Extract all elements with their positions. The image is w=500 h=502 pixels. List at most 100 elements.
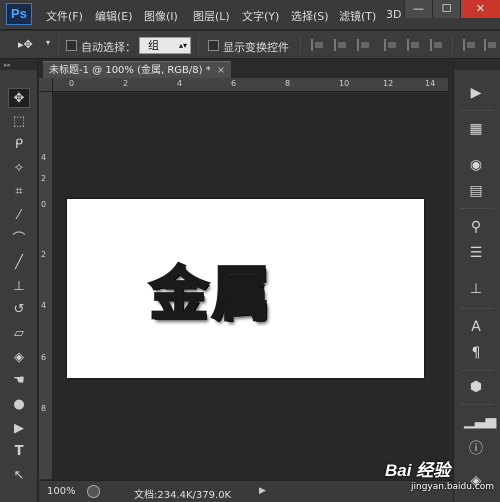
baidu-jingyan-watermark: Bai 经验 jingyan.baidu.com bbox=[385, 452, 497, 500]
close-button[interactable]: ✕ bbox=[460, 0, 500, 18]
watermark-url: jingyan.baidu.com bbox=[411, 482, 495, 492]
paragraph-panel-icon[interactable]: ¶ bbox=[464, 342, 488, 364]
menu-edit[interactable]: 编辑(E) bbox=[95, 8, 133, 24]
show-transform-checkbox[interactable] bbox=[208, 40, 219, 51]
ruler-label: 10 bbox=[339, 79, 350, 88]
right-panel-dock: ▶ ▦ ◉ ▤ ⚲ ☰ ⊥ A ¶ ⬢ ▁▃▅ ⓘ ◈ bbox=[453, 60, 500, 502]
document-size: 文档:234.4K/379.0K bbox=[134, 490, 232, 501]
clone-source-icon[interactable]: ⊥ bbox=[464, 278, 488, 300]
history-brush-tool-icon[interactable]: ↺ bbox=[8, 300, 30, 320]
path-selection-tool-icon[interactable]: ▶ bbox=[8, 419, 30, 439]
divider bbox=[460, 110, 494, 111]
maximize-button[interactable]: ☐ bbox=[432, 0, 460, 18]
character-panel-icon[interactable]: A bbox=[464, 316, 488, 338]
align-top-icon[interactable] bbox=[311, 39, 324, 51]
swatches-panel-icon[interactable]: ▤ bbox=[464, 180, 488, 202]
direct-selection-tool-icon[interactable]: ↖ bbox=[8, 466, 30, 486]
metal-text-layer[interactable]: 金属 bbox=[148, 247, 274, 331]
horizontal-ruler[interactable]: 0 2 4 6 8 10 12 14 bbox=[53, 78, 448, 92]
toolbox-collapse-bar[interactable]: ▸▸ bbox=[0, 60, 37, 70]
auto-select-value: 组 bbox=[148, 39, 159, 52]
document-tab[interactable]: 未标题-1 @ 100% (金属, RGB/8) * × bbox=[43, 61, 232, 78]
photoshop-logo: Ps bbox=[6, 3, 32, 25]
auto-select-label: 自动选择： bbox=[81, 41, 136, 54]
document-tab-title: 未标题-1 @ 100% (金属, RGB/8) * bbox=[49, 65, 211, 76]
ruler-label: 14 bbox=[425, 79, 436, 88]
brush-presets-icon[interactable]: ⚲ bbox=[464, 216, 488, 238]
histogram-panel-icon[interactable]: ▁▃▅ bbox=[464, 410, 496, 432]
align-horizontal-center-icon[interactable] bbox=[407, 39, 420, 51]
3d-panel-icon[interactable]: ⬢ bbox=[464, 376, 488, 398]
menu-image[interactable]: 图像(I) bbox=[144, 8, 178, 24]
type-tool-icon[interactable]: T bbox=[8, 442, 30, 462]
chevron-down-icon[interactable]: ▾ bbox=[46, 38, 50, 47]
eraser-tool-icon[interactable]: ▱ bbox=[8, 324, 30, 344]
auto-select-dropdown[interactable]: 组 ▴▾ bbox=[139, 37, 191, 54]
watermark-brand: Bai 经验 bbox=[385, 461, 451, 480]
menu-type[interactable]: 文字(Y) bbox=[242, 8, 279, 24]
lasso-tool-icon[interactable]: ᑭ bbox=[8, 135, 30, 155]
document-canvas[interactable]: 金属 bbox=[67, 199, 424, 378]
move-tool-icon[interactable]: ✥ bbox=[8, 88, 30, 108]
vertical-ruler[interactable]: 4 2 0 2 4 6 8 bbox=[39, 92, 53, 479]
options-bar: ▸✥ ▾ 自动选择： 组 ▴▾ 显示变换控件 bbox=[0, 31, 500, 59]
crop-tool-icon[interactable]: ⌗ bbox=[8, 182, 30, 202]
ruler-label: 12 bbox=[383, 79, 394, 88]
menu-layer[interactable]: 图层(L) bbox=[193, 8, 230, 24]
magic-wand-tool-icon[interactable]: ✧ bbox=[8, 159, 30, 179]
menu-3d[interactable]: 3D bbox=[386, 8, 401, 21]
dock-collapse-bar[interactable] bbox=[454, 60, 500, 70]
window-controls: — ☐ ✕ bbox=[404, 0, 500, 18]
align-bottom-icon[interactable] bbox=[357, 39, 370, 51]
move-tool-preset-icon[interactable]: ▸✥ bbox=[18, 38, 33, 51]
marquee-tool-icon[interactable]: ⬚ bbox=[8, 112, 30, 132]
clone-stamp-tool-icon[interactable]: ⊥ bbox=[8, 277, 30, 297]
ruler-label: 6 bbox=[41, 353, 47, 362]
divider bbox=[58, 35, 59, 55]
adjustments-panel-icon[interactable]: ☰ bbox=[464, 242, 488, 264]
align-left-icon[interactable] bbox=[384, 39, 397, 51]
color-palette-icon[interactable]: ◉ bbox=[464, 154, 488, 176]
ruler-label: 0 bbox=[41, 200, 47, 209]
divider bbox=[452, 35, 453, 55]
eyedropper-tool-icon[interactable]: ⁄ bbox=[8, 206, 30, 226]
properties-panel-icon[interactable]: ▦ bbox=[464, 118, 488, 140]
auto-select-checkbox[interactable] bbox=[66, 40, 77, 51]
ruler-label: 4 bbox=[177, 79, 183, 88]
close-tab-icon[interactable]: × bbox=[217, 65, 225, 76]
ruler-label: 6 bbox=[231, 79, 237, 88]
ruler-label: 4 bbox=[41, 301, 47, 310]
ruler-label: 8 bbox=[285, 79, 291, 88]
ruler-label: 2 bbox=[41, 250, 47, 259]
status-info-icon[interactable] bbox=[87, 485, 100, 498]
menu-file[interactable]: 文件(F) bbox=[46, 8, 83, 24]
ruler-label: 2 bbox=[41, 174, 47, 183]
show-transform-label: 显示变换控件 bbox=[223, 41, 289, 54]
toolbox: ▸▸ ✥ ⬚ ᑭ ✧ ⌗ ⁄ ⌒ ╱ ⊥ ↺ ▱ ◈ ☚ ● ▶ T ↖ bbox=[0, 60, 38, 502]
distribute-top-icon[interactable] bbox=[463, 39, 476, 51]
minimize-button[interactable]: — bbox=[404, 0, 432, 18]
ruler-label: 4 bbox=[41, 153, 47, 162]
ruler-label: 0 bbox=[69, 79, 75, 88]
divider bbox=[460, 208, 494, 209]
align-right-icon[interactable] bbox=[430, 39, 443, 51]
menu-select[interactable]: 选择(S) bbox=[291, 8, 329, 24]
play-action-icon[interactable]: ▶ bbox=[464, 82, 488, 104]
paint-bucket-tool-icon[interactable]: ◈ bbox=[8, 348, 30, 368]
dodge-tool-icon[interactable]: ● bbox=[8, 395, 30, 415]
healing-brush-tool-icon[interactable]: ⌒ bbox=[8, 230, 30, 250]
smudge-tool-icon[interactable]: ☚ bbox=[8, 371, 30, 391]
ruler-origin[interactable] bbox=[39, 78, 53, 92]
divider bbox=[460, 308, 494, 309]
zoom-level[interactable]: 100% bbox=[47, 486, 76, 497]
menu-bar: Ps 文件(F) 编辑(E) 图像(I) 图层(L) 文字(Y) 选择(S) 滤… bbox=[0, 0, 500, 30]
distribute-center-icon[interactable] bbox=[484, 39, 497, 51]
menu-filter[interactable]: 滤镜(T) bbox=[339, 8, 376, 24]
document-tab-bar: 未标题-1 @ 100% (金属, RGB/8) * × bbox=[39, 60, 453, 78]
brush-tool-icon[interactable]: ╱ bbox=[8, 253, 30, 273]
status-menu-arrow-icon[interactable]: ▶ bbox=[259, 486, 266, 496]
align-vertical-center-icon[interactable] bbox=[334, 39, 347, 51]
divider bbox=[460, 370, 494, 371]
divider bbox=[300, 35, 301, 55]
ruler-label: 2 bbox=[123, 79, 129, 88]
